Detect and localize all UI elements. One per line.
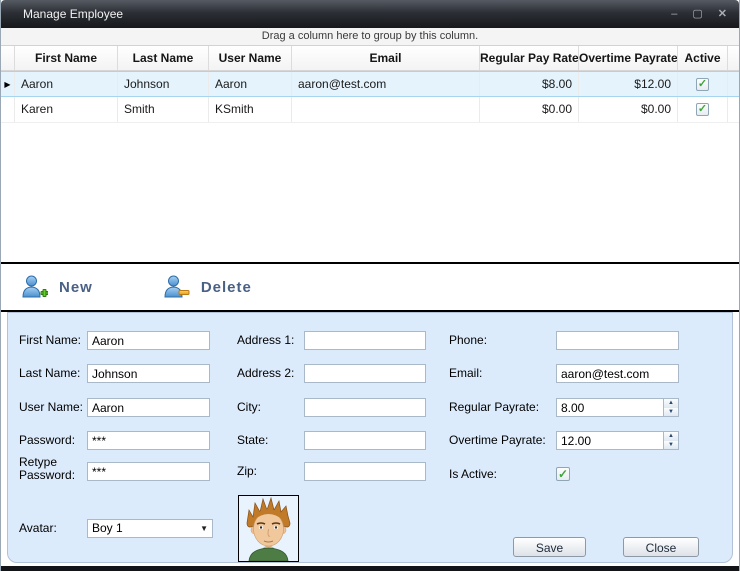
table-row-aaron[interactable]: ▶ Aaron Johnson Aaron aaron@test.com $8.…: [1, 71, 739, 97]
is-active-label: Is Active:: [449, 465, 497, 484]
overtime-payrate-stepper: ▲ ▼: [556, 431, 679, 450]
cell-last-name[interactable]: Smith: [118, 97, 209, 122]
avatar-dropdown-value: Boy 1: [92, 521, 123, 535]
cell-user-name[interactable]: KSmith: [209, 97, 292, 122]
cell-last-name[interactable]: Johnson: [118, 72, 209, 96]
window-bottom-edge: [1, 566, 739, 571]
is-active-checkbox[interactable]: ✓: [556, 467, 570, 481]
spin-up-icon[interactable]: ▲: [664, 432, 678, 441]
chevron-down-icon: ▼: [200, 521, 208, 537]
manage-employee-window: Manage Employee – ▢ ✕ Drag a column here…: [0, 0, 740, 571]
new-button[interactable]: New: [21, 274, 93, 301]
close-button[interactable]: Close: [623, 537, 699, 557]
column-header-first-name[interactable]: First Name: [15, 46, 118, 70]
cell-overtime-payrate[interactable]: $12.00: [579, 72, 678, 96]
user-name-field[interactable]: [87, 398, 210, 417]
column-header-active[interactable]: Active: [678, 46, 728, 70]
row-indicator-cell: [1, 97, 15, 122]
row-indicator-header: [1, 46, 15, 70]
active-checkbox[interactable]: ✓: [696, 78, 709, 91]
cell-regular-pay-rate[interactable]: $8.00: [480, 72, 579, 96]
selected-row-indicator-icon: ▶: [1, 72, 15, 96]
address2-label: Address 2:: [237, 364, 294, 383]
title-bar[interactable]: Manage Employee – ▢ ✕: [1, 0, 739, 28]
cell-email[interactable]: aaron@test.com: [292, 72, 480, 96]
boy-avatar-illustration: [239, 496, 298, 561]
state-field[interactable]: [304, 431, 426, 450]
last-name-field[interactable]: [87, 364, 210, 383]
group-by-bar[interactable]: Drag a column here to group by this colu…: [1, 28, 739, 46]
table-row-karen[interactable]: Karen Smith KSmith $0.00 $0.00 ✓: [1, 97, 739, 123]
window-controls: – ▢ ✕: [671, 9, 727, 20]
maximize-button[interactable]: ▢: [692, 9, 702, 20]
active-checkbox[interactable]: ✓: [696, 103, 709, 116]
phone-field[interactable]: [556, 331, 679, 350]
cell-overtime-payrate[interactable]: $0.00: [579, 97, 678, 122]
column-header-email[interactable]: Email: [292, 46, 480, 70]
password-field[interactable]: [87, 431, 210, 450]
spin-down-icon[interactable]: ▼: [664, 408, 678, 417]
delete-person-icon: [163, 274, 190, 301]
employee-form-panel: First Name: Last Name: User Name: Passwo…: [7, 312, 733, 563]
address1-field[interactable]: [304, 331, 426, 350]
avatar-label: Avatar:: [19, 519, 57, 538]
cell-first-name[interactable]: Aaron: [15, 72, 118, 96]
avatar-dropdown[interactable]: Boy 1 ▼: [87, 519, 213, 538]
overtime-payrate-label: Overtime Payrate:: [449, 431, 546, 450]
email-label: Email:: [449, 364, 482, 383]
grid-header-row: First Name Last Name User Name Email Reg…: [1, 46, 739, 71]
delete-button-label: Delete: [201, 279, 252, 296]
cell-active: ✓: [678, 72, 728, 96]
retype-password-label: RetypePassword:: [19, 456, 75, 482]
employee-grid: First Name Last Name User Name Email Reg…: [1, 46, 739, 262]
column-header-overtime-payrate[interactable]: Overtime Payrate: [579, 46, 678, 70]
overtime-payrate-spin-buttons: ▲ ▼: [663, 432, 678, 449]
new-person-icon: [21, 274, 48, 301]
minimize-button[interactable]: –: [671, 9, 677, 20]
regular-payrate-spin-buttons: ▲ ▼: [663, 399, 678, 416]
zip-label: Zip:: [237, 462, 257, 481]
toolbar: New Delete: [1, 264, 739, 310]
city-field[interactable]: [304, 398, 426, 417]
cell-user-name[interactable]: Aaron: [209, 72, 292, 96]
regular-payrate-field[interactable]: [556, 398, 679, 417]
zip-field[interactable]: [304, 462, 426, 481]
regular-payrate-stepper: ▲ ▼: [556, 398, 679, 417]
cell-email[interactable]: [292, 97, 480, 122]
password-label: Password:: [19, 431, 75, 450]
retype-password-field[interactable]: [87, 462, 210, 481]
spin-up-icon[interactable]: ▲: [664, 399, 678, 408]
column-header-last-name[interactable]: Last Name: [118, 46, 209, 70]
column-header-regular-pay-rate[interactable]: Regular Pay Rate: [480, 46, 579, 70]
delete-button[interactable]: Delete: [163, 274, 252, 301]
regular-payrate-label: Regular Payrate:: [449, 398, 539, 417]
close-window-button[interactable]: ✕: [718, 9, 727, 20]
last-name-label: Last Name:: [19, 364, 80, 383]
email-field[interactable]: [556, 364, 679, 383]
cell-first-name[interactable]: Karen: [15, 97, 118, 122]
state-label: State:: [237, 431, 268, 450]
avatar-image: [238, 495, 299, 562]
overtime-payrate-field[interactable]: [556, 431, 679, 450]
new-button-label: New: [59, 279, 93, 296]
cell-active: ✓: [678, 97, 728, 122]
save-button[interactable]: Save: [513, 537, 586, 557]
column-header-user-name[interactable]: User Name: [209, 46, 292, 70]
phone-label: Phone:: [449, 331, 487, 350]
window-title: Manage Employee: [23, 7, 671, 21]
spin-down-icon[interactable]: ▼: [664, 441, 678, 450]
address2-field[interactable]: [304, 364, 426, 383]
first-name-label: First Name:: [19, 331, 81, 350]
employee-form-area: First Name: Last Name: User Name: Passwo…: [1, 312, 739, 566]
address1-label: Address 1:: [237, 331, 294, 350]
user-name-label: User Name:: [19, 398, 83, 417]
cell-regular-pay-rate[interactable]: $0.00: [480, 97, 579, 122]
first-name-field[interactable]: [87, 331, 210, 350]
city-label: City:: [237, 398, 261, 417]
